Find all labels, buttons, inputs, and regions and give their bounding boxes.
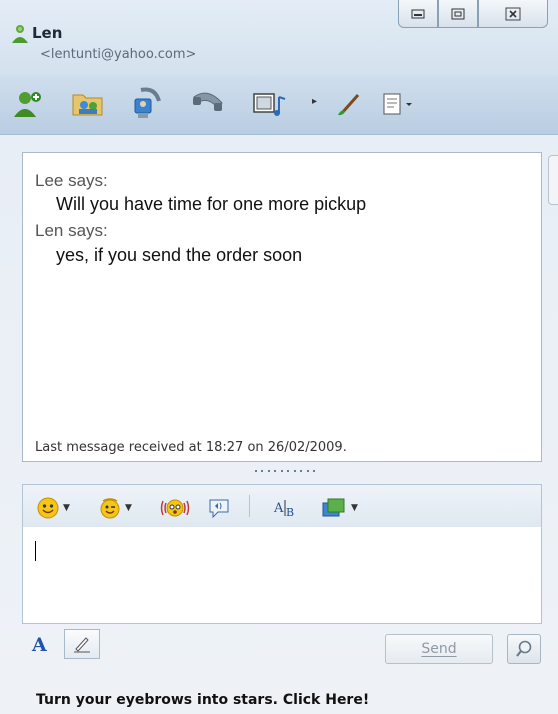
text-cursor [35,541,36,561]
nudge-icon [160,499,190,517]
svg-text:B: B [286,506,294,519]
close-icon [505,7,521,20]
share-folder-icon [72,94,103,116]
conversation-toolbar: ▸ [0,76,558,135]
invite-contact-icon [14,92,41,117]
close-button[interactable] [478,0,548,28]
message-text: Will you have time for one more pickup [56,194,367,214]
font-icon: A B [273,500,294,519]
more-arrow-icon[interactable]: ▸ [312,96,317,107]
compose-area: ▼ ▼ A B ▼ A Send [22,484,542,674]
background-button[interactable]: ▼ [321,497,358,519]
contact-name: Len [32,24,63,42]
video-clip-icon [253,93,286,116]
search-button[interactable] [507,634,541,664]
last-message-status: Last message received at 18:27 on 26/02/… [35,440,347,455]
chat-window: Len <lentunti@yahoo.com> ▸ Lee says: Wil… [0,0,558,714]
contact-email: <lentunti@yahoo.com> [40,47,197,62]
window-controls [398,0,554,30]
message-sender: Len says: [35,221,108,240]
message-text: yes, if you send the order soon [56,245,303,265]
font-style-button[interactable]: A [32,634,47,656]
theme-brush-button[interactable] [330,84,370,124]
webcam-button[interactable] [127,84,167,124]
svg-text:A: A [273,501,284,516]
background-icon [322,498,345,517]
menu-icon [383,93,412,115]
minimize-button[interactable] [398,0,438,28]
message-input[interactable] [22,527,542,624]
wink-button[interactable]: ▼ [99,497,132,519]
contact-status-icon [12,25,28,43]
message-sender: Lee says: [35,171,108,190]
voice-clip-icon [209,499,229,519]
webcam-icon [134,87,161,118]
send-button-label: Send [421,641,457,657]
title-bar: Len <lentunti@yahoo.com> [0,0,558,76]
conversation-history[interactable]: Lee says: Will you have time for one mor… [22,152,542,462]
voice-call-icon [193,92,223,111]
pane-splitter[interactable] [255,470,315,476]
handwriting-button[interactable] [64,629,100,659]
search-icon [516,640,532,657]
wink-icon [100,498,120,519]
maximize-button[interactable] [438,0,478,28]
emoticon-button[interactable]: ▼ [37,497,70,519]
chevron-down-icon: ▼ [63,503,70,513]
invite-contact-button[interactable] [8,84,48,124]
font-button[interactable]: A B [273,497,299,519]
pencil-icon [74,637,90,653]
toolbar-divider [249,495,250,517]
theme-brush-icon [338,94,360,116]
compose-toolbar: ▼ ▼ A B ▼ [22,484,542,528]
minimize-icon [411,9,425,18]
menu-button[interactable] [376,84,416,124]
voice-clip-button[interactable] [207,497,231,519]
emoticon-icon [37,497,59,519]
maximize-icon [451,8,465,19]
chevron-down-icon: ▼ [351,503,358,513]
send-button[interactable]: Send [385,634,493,664]
advertisement-link[interactable]: Turn your eyebrows into stars. Click Her… [36,692,369,708]
chevron-down-icon: ▼ [125,503,132,513]
share-folder-button[interactable] [68,84,108,124]
video-clip-button[interactable] [250,84,290,124]
side-panel-toggle[interactable] [548,155,558,205]
voice-call-button[interactable] [188,84,228,124]
nudge-button[interactable] [159,497,191,519]
